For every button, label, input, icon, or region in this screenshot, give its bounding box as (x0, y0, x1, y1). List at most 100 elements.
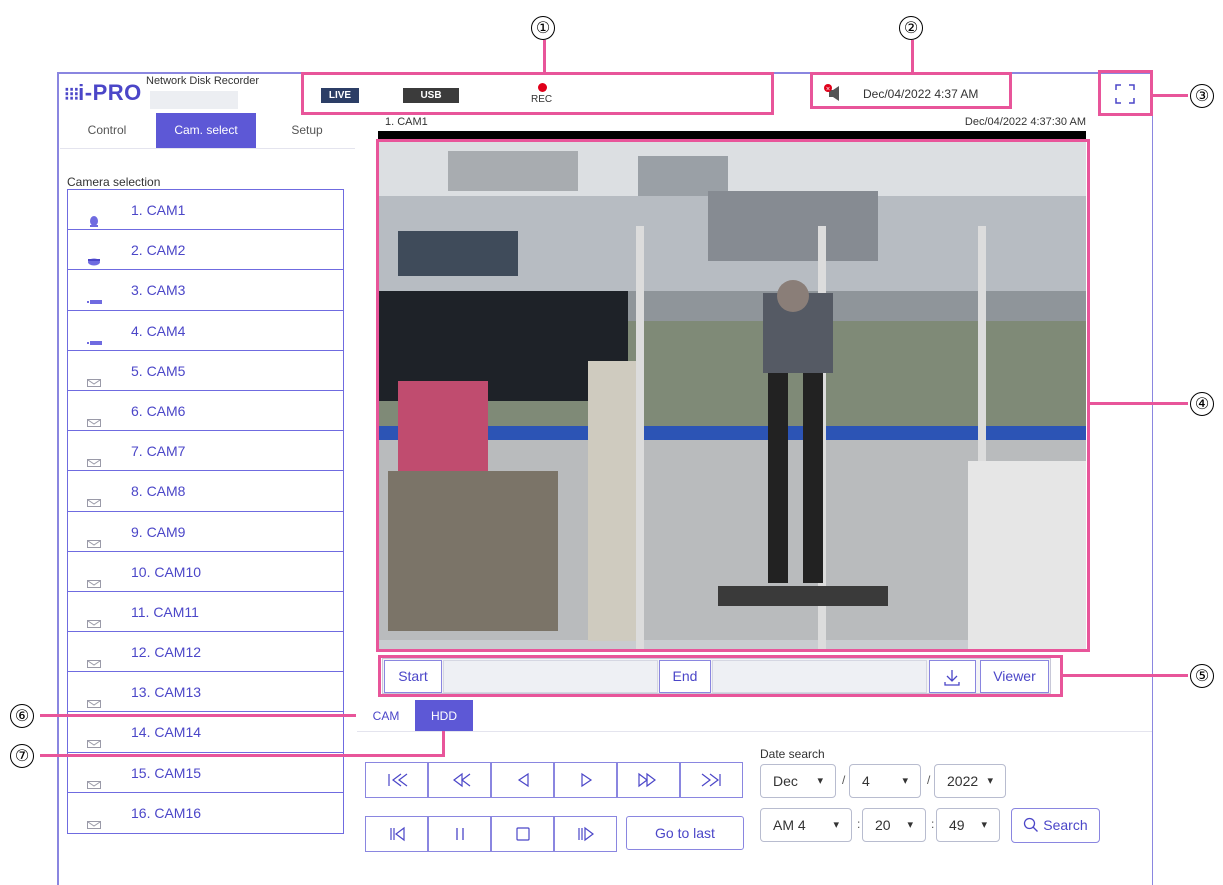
video-timestamp: Dec/04/2022 4:37:30 AM (964, 116, 1086, 128)
camera-placeholder-icon (87, 565, 101, 588)
callout-number-3: ③ (1190, 84, 1214, 108)
time-separator: : (931, 817, 935, 831)
minute-select[interactable]: 20 ▾ (862, 808, 926, 842)
date-search-label: Date search (760, 747, 825, 761)
reverse-play-icon (517, 772, 529, 788)
pause-icon (456, 828, 464, 840)
camera-name: 7. CAM7 (131, 443, 186, 460)
camera-placeholder-icon (87, 404, 101, 427)
camera-name: 5. CAM5 (131, 362, 186, 379)
fast-forward-button[interactable] (617, 762, 680, 798)
second-select[interactable]: 49 ▾ (936, 808, 1000, 842)
dome-camera-icon (87, 203, 101, 227)
stop-button[interactable] (491, 816, 554, 852)
callout-line-7 (40, 754, 445, 757)
camera-placeholder-icon (87, 725, 101, 749)
camera-row[interactable]: 1. CAM1 (68, 190, 343, 231)
camera-name: 6. CAM6 (131, 402, 186, 419)
month-select[interactable]: Dec ▾ (760, 764, 836, 798)
rewind-button[interactable] (428, 762, 491, 798)
pause-button[interactable] (428, 816, 491, 852)
camera-name: 4. CAM4 (131, 322, 186, 339)
camera-name: 14. CAM14 (131, 724, 202, 741)
search-button[interactable]: Search (1011, 808, 1100, 843)
callout-line-5 (1062, 674, 1188, 677)
play-button[interactable] (554, 762, 617, 798)
camera-row[interactable]: 4. CAM4 (68, 311, 343, 351)
tab-hdd[interactable]: HDD (415, 700, 473, 732)
camera-row[interactable]: 6. CAM6 (68, 391, 343, 432)
go-to-last-button[interactable]: Go to last (626, 816, 744, 850)
next-frame-button[interactable] (554, 816, 617, 852)
callout-line-1 (543, 40, 546, 73)
year-select[interactable]: 2022 ▾ (934, 764, 1006, 798)
play-icon (581, 772, 593, 788)
callout-number-6: ⑥ (10, 704, 34, 728)
camera-placeholder-icon (87, 605, 101, 628)
callout-box-5 (378, 655, 1063, 697)
box-camera-icon (87, 324, 102, 345)
recorder-name-field (150, 91, 238, 109)
time-separator: : (857, 817, 861, 831)
camera-placeholder-icon (87, 685, 101, 709)
camera-placeholder-icon (87, 364, 101, 387)
callout-line-7-vertical (442, 731, 445, 757)
skip-to-end-button[interactable] (680, 762, 743, 798)
source-tabs-divider (357, 731, 1152, 732)
camera-placeholder-icon (87, 444, 101, 468)
tab-setup[interactable]: Setup (260, 113, 354, 148)
camera-row[interactable]: 5. CAM5 (68, 351, 343, 391)
day-select[interactable]: 4 ▾ (849, 764, 921, 798)
callout-line-2 (911, 40, 914, 73)
previous-frame-icon (390, 826, 405, 842)
camera-name: 15. CAM15 (131, 764, 202, 781)
tab-control[interactable]: Control (60, 113, 154, 148)
camera-name: 3. CAM3 (131, 282, 186, 299)
callout-line-4 (1089, 402, 1188, 405)
camera-row[interactable]: 9. CAM9 (68, 512, 343, 552)
fisheye-camera-icon (87, 243, 101, 266)
camera-row[interactable]: 10. CAM10 (68, 552, 343, 592)
camera-placeholder-icon (87, 766, 101, 789)
callout-number-4: ④ (1190, 392, 1214, 416)
camera-name: 9. CAM9 (131, 523, 186, 540)
skip-start-icon (388, 773, 408, 787)
camera-name: 11. CAM11 (131, 603, 199, 620)
previous-frame-button[interactable] (365, 816, 428, 852)
camera-name: 10. CAM10 (131, 563, 202, 580)
camera-name: 2. CAM2 (131, 242, 186, 259)
camera-row[interactable]: 12. CAM12 (68, 632, 343, 673)
callout-box-1 (301, 72, 774, 115)
camera-row[interactable]: 13. CAM13 (68, 672, 343, 713)
camera-placeholder-icon (87, 806, 101, 829)
tab-cam[interactable]: CAM (357, 700, 415, 732)
reverse-play-button[interactable] (491, 762, 554, 798)
camera-placeholder-icon (87, 525, 101, 548)
callout-box-4 (376, 139, 1090, 652)
left-tabs-divider (60, 148, 355, 149)
camera-placeholder-icon (87, 484, 101, 508)
fast-forward-icon (638, 772, 656, 788)
skip-to-start-button[interactable] (365, 762, 428, 798)
callout-number-1: ① (531, 16, 555, 40)
camera-list: 1. CAM1 2. CAM2 3. CAM3 4. CAM4 5. CAM5 6. CA… (67, 189, 344, 834)
camera-row[interactable]: 3. CAM3 (68, 270, 343, 311)
camera-row[interactable]: 14. CAM14 (68, 712, 343, 753)
i-pro-logo: ⁝⁝⁝i-PRO (64, 80, 142, 105)
callout-box-3 (1098, 70, 1153, 116)
camera-row[interactable]: 7. CAM7 (68, 431, 343, 472)
callout-number-2: ② (899, 16, 923, 40)
camera-row[interactable]: 8. CAM8 (68, 471, 343, 512)
camera-row[interactable]: 15. CAM15 (68, 753, 343, 793)
camera-row[interactable]: 11. CAM11 (68, 592, 343, 633)
channel-label: 1. CAM1 (385, 116, 428, 128)
camera-name: 1. CAM1 (131, 202, 186, 218)
skip-end-icon (701, 773, 721, 787)
camera-row[interactable]: 16. CAM16 (68, 793, 343, 833)
tab-cam-select[interactable]: Cam. select (156, 113, 256, 148)
hour-select[interactable]: AM 4 ▾ (760, 808, 852, 842)
callout-number-7: ⑦ (10, 744, 34, 768)
camera-row[interactable]: 2. CAM2 (68, 230, 343, 271)
date-separator: / (927, 773, 931, 787)
callout-number-5: ⑤ (1190, 664, 1214, 688)
